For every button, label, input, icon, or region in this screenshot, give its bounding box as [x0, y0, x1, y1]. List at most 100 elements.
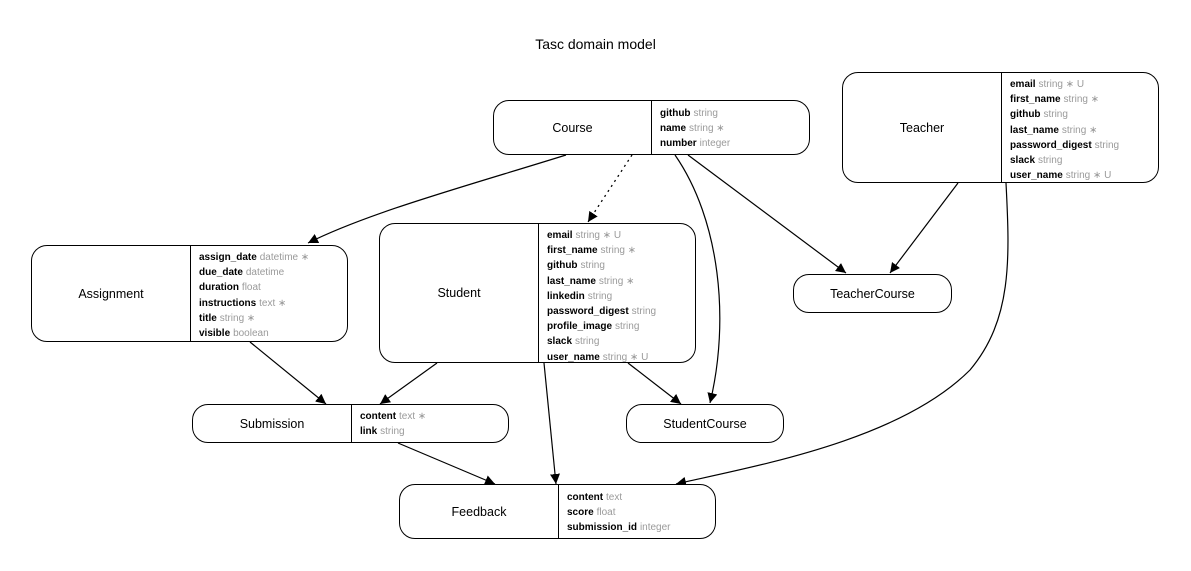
entity-submission[interactable]: Submission content text ∗ link string	[192, 404, 509, 443]
attribute-type: string ∗ U	[1038, 79, 1085, 90]
attribute-row: linkedin string	[547, 289, 695, 304]
entity-name: StudentCourse	[663, 416, 747, 431]
attribute-type: integer	[639, 522, 671, 534]
attribute-row: slack string	[1010, 153, 1158, 168]
attribute-name: profile_image	[547, 321, 613, 333]
attribute-row: password_digest string	[1010, 138, 1158, 153]
attribute-row: title string ∗	[199, 311, 347, 326]
attribute-row: github string	[547, 258, 695, 273]
entity-name: Feedback	[451, 504, 507, 519]
attribute-type: text ∗	[399, 411, 427, 422]
attribute-name: password_digest	[547, 306, 629, 318]
entity-assignment[interactable]: Assignment assign_date datetime ∗ due_dat…	[31, 245, 348, 342]
attribute-row: password_digest string	[547, 304, 695, 319]
attribute-name: email	[1010, 79, 1036, 90]
edge-assignment-submission	[249, 341, 327, 405]
attribute-name: instructions	[199, 297, 257, 309]
edge-course-teachercourse	[687, 154, 847, 274]
attribute-type: integer	[699, 138, 731, 150]
attribute-list: assign_date datetime ∗ due_date datetime d…	[190, 246, 347, 341]
attribute-name: assign_date	[199, 252, 257, 263]
attribute-name: slack	[547, 336, 573, 348]
entity-name: Student	[437, 286, 481, 300]
attribute-row: profile_image string	[547, 319, 695, 334]
attribute-name: last_name	[1010, 124, 1059, 136]
attribute-row: score float	[567, 505, 715, 520]
attribute-name: score	[567, 507, 594, 519]
entity-feedback[interactable]: Feedback content text score float submissi…	[399, 484, 716, 539]
attribute-row: last_name string ∗	[547, 274, 695, 289]
attribute-name: user_name	[1010, 170, 1063, 182]
attribute-row: first_name string ∗	[1010, 92, 1158, 107]
attribute-type: string ∗	[1063, 94, 1100, 106]
attribute-row: content text ∗	[360, 409, 508, 424]
attribute-name: due_date	[199, 267, 243, 279]
attribute-name: github	[547, 260, 578, 272]
attribute-row: visible boolean	[199, 326, 347, 341]
entity-studentcourse[interactable]: StudentCourse	[626, 404, 784, 443]
attribute-type: string ∗ U	[1065, 170, 1112, 182]
entity-name: Submission	[239, 416, 305, 431]
attribute-type: boolean	[233, 328, 269, 340]
attribute-row: user_name string ∗ U	[1010, 168, 1158, 183]
edge-student-submission	[379, 362, 438, 405]
attribute-name: first_name	[547, 245, 598, 257]
attribute-type: string ∗	[219, 312, 256, 324]
attribute-type: float	[241, 282, 261, 294]
attribute-type: datetime	[245, 267, 285, 279]
entity-teachercourse[interactable]: TeacherCourse	[793, 274, 952, 313]
entity-name: Course	[552, 120, 593, 135]
attribute-list: github string name string ∗ number integer	[651, 101, 809, 154]
attribute-name: github	[660, 108, 691, 119]
entity-course[interactable]: Course github string name string ∗ number …	[493, 100, 810, 155]
attribute-name: visible	[199, 328, 231, 340]
attribute-type: string ∗	[689, 123, 725, 135]
attribute-type: string ∗ U	[602, 351, 649, 363]
attribute-type: string	[1094, 139, 1120, 151]
attribute-name: content	[567, 492, 604, 503]
attribute-type: string	[1037, 155, 1063, 167]
entity-student[interactable]: Student email string ∗ Ufirst_name strin…	[379, 223, 696, 363]
attribute-row: assign_date datetime ∗	[199, 250, 347, 265]
attribute-row: email string ∗ U	[547, 228, 695, 243]
attribute-type: string ∗	[600, 245, 637, 257]
attribute-type: string	[574, 336, 600, 348]
attribute-type: float	[596, 507, 616, 519]
attribute-name: submission_id	[567, 522, 638, 534]
attribute-type: string	[380, 426, 405, 438]
attribute-row: first_name string ∗	[547, 243, 695, 258]
edge-teacher-teachercourse	[889, 182, 959, 274]
attribute-list: content text ∗ link string	[351, 405, 508, 442]
attribute-row: github string	[660, 106, 809, 121]
attribute-name: content	[360, 411, 397, 422]
attribute-type: string	[1043, 109, 1068, 121]
attribute-row: email string ∗ U	[1010, 77, 1158, 92]
attribute-type: string	[631, 306, 657, 318]
attribute-row: slack string	[547, 334, 695, 349]
attribute-row: name string ∗	[660, 121, 809, 136]
attribute-type: text	[606, 492, 623, 503]
attribute-name: last_name	[547, 275, 596, 287]
entity-name: Teacher	[899, 120, 945, 135]
attribute-type: string ∗ U	[575, 230, 622, 241]
edge-course-student	[587, 154, 633, 223]
attribute-row: content text	[567, 490, 715, 505]
attribute-name: password_digest	[1010, 139, 1092, 151]
attribute-type: string	[693, 108, 718, 119]
attribute-name: number	[660, 138, 697, 150]
edge-submission-feedback	[397, 442, 496, 485]
attribute-name: title	[199, 312, 217, 324]
attribute-row: user_name string ∗ U	[547, 350, 695, 365]
attribute-name: slack	[1010, 155, 1036, 167]
attribute-row: link string	[360, 424, 508, 439]
attribute-row: duration float	[199, 280, 347, 295]
attribute-row: instructions text ∗	[199, 296, 347, 311]
attribute-list: email string ∗ Ufirst_name string ∗ githu…	[1001, 73, 1158, 182]
edge-student-studentcourse	[627, 362, 682, 405]
attribute-type: string ∗	[1061, 124, 1098, 136]
attribute-name: name	[660, 123, 687, 135]
attribute-name: github	[1010, 109, 1041, 121]
attribute-name: email	[547, 230, 573, 241]
entity-teacher[interactable]: Teacher email string ∗ Ufirst_name strin…	[842, 72, 1159, 183]
attribute-name: linkedin	[547, 290, 585, 302]
